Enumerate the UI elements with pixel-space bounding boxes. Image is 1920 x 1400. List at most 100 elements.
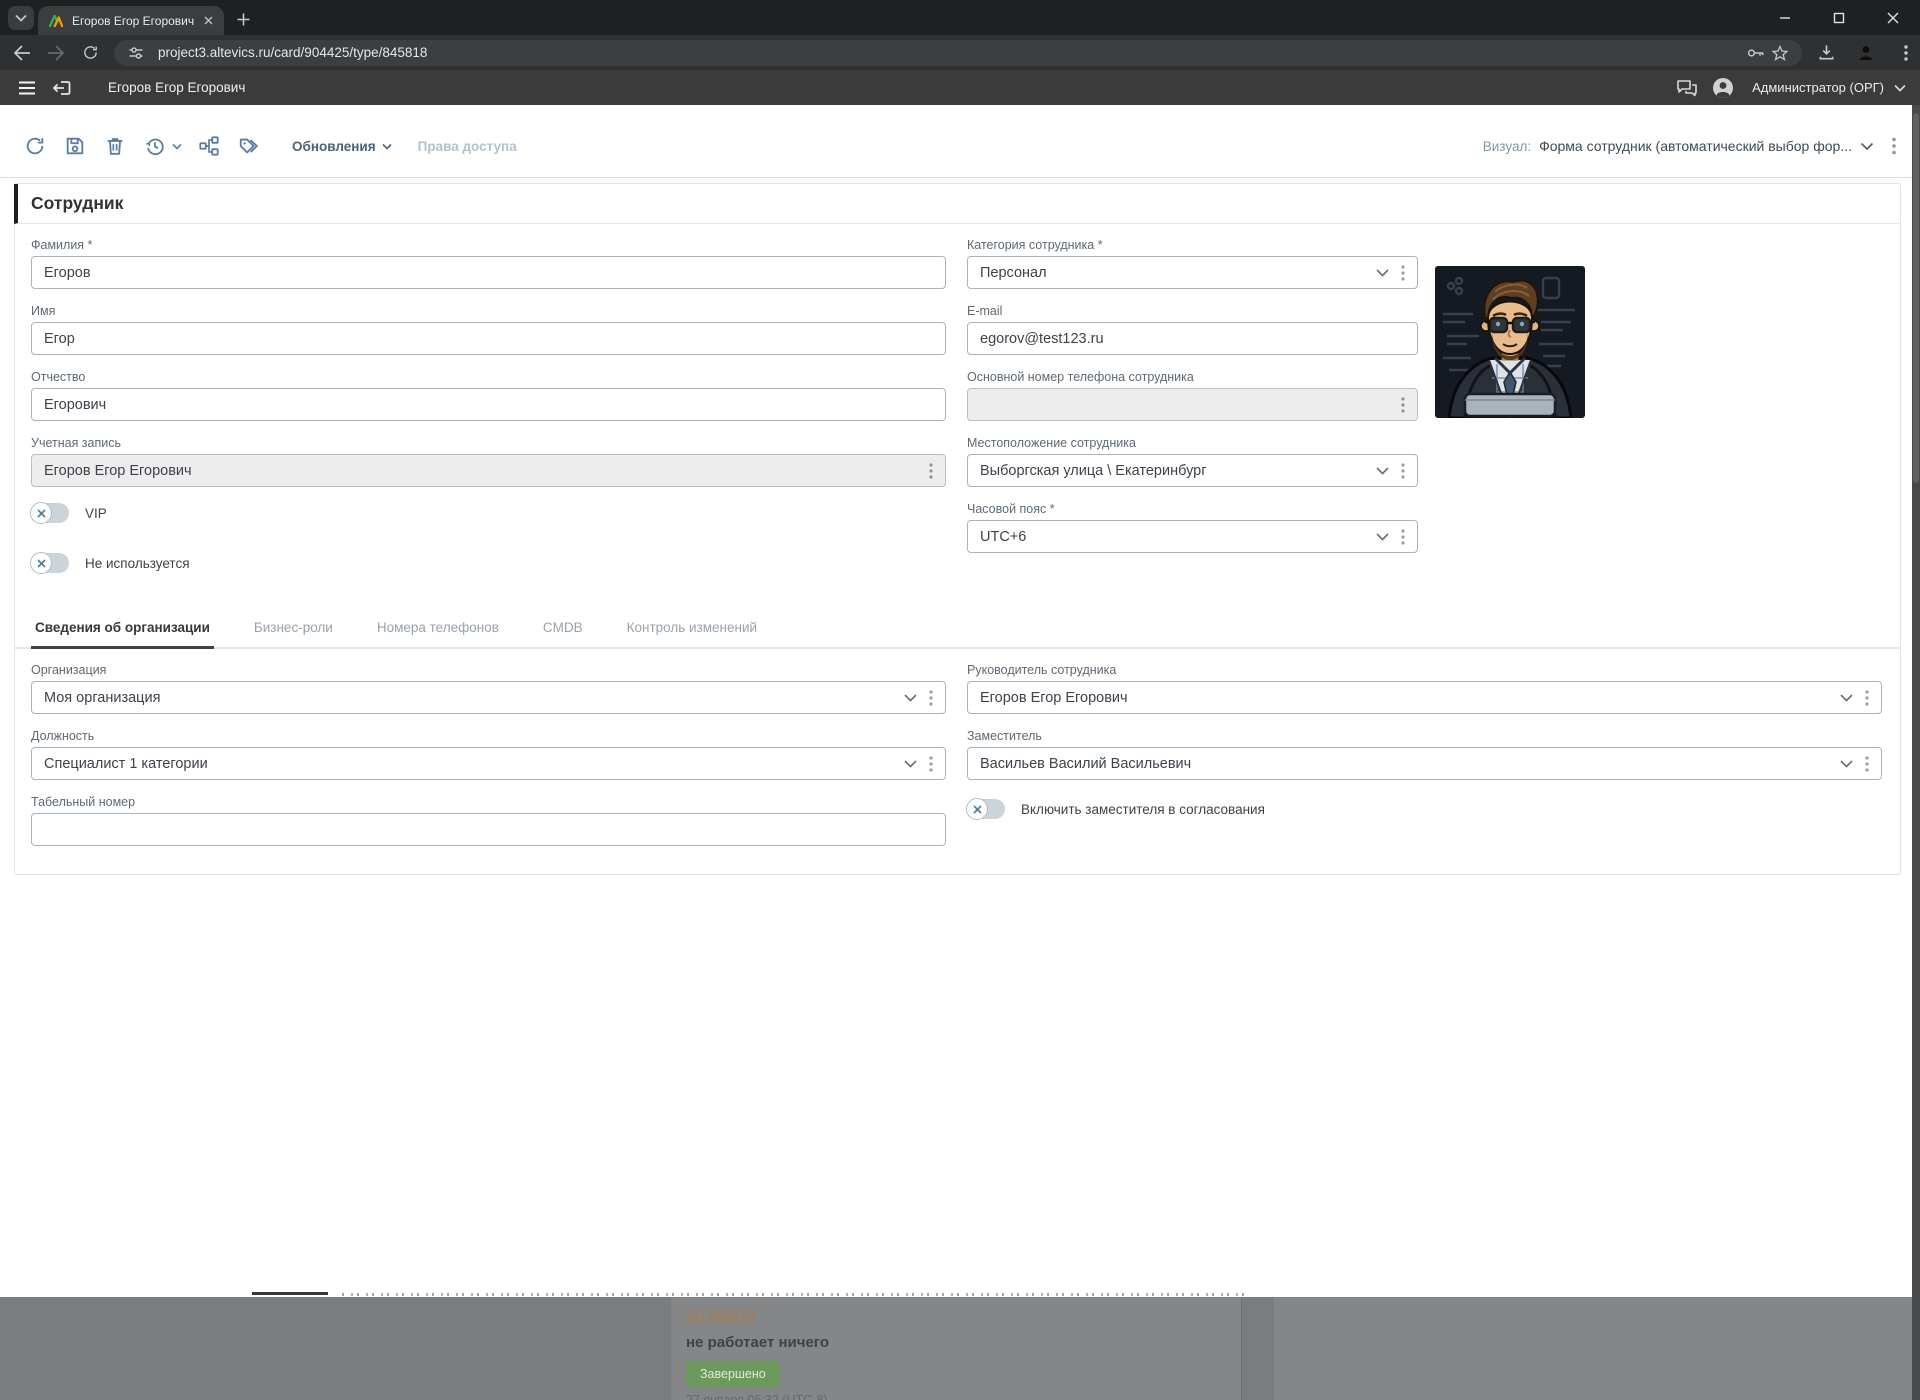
updates-label: Обновления — [292, 139, 376, 154]
access-rights-link[interactable]: Права доступа — [418, 139, 517, 154]
visual-label: Визуал: — [1483, 139, 1531, 154]
tags-icon[interactable] — [236, 133, 262, 159]
history-icon[interactable] — [142, 133, 168, 159]
card-tabs: Сведения об организации Бизнес-роли Номе… — [15, 610, 1900, 649]
field-kebab-icon[interactable] — [1401, 397, 1405, 413]
not-used-toggle[interactable] — [31, 553, 69, 573]
location-select[interactable]: Выборгская улица \ Екатеринбург — [967, 454, 1418, 487]
minimize-button[interactable] — [1772, 5, 1798, 31]
delete-icon[interactable] — [102, 133, 128, 159]
chevron-down-icon — [15, 14, 27, 22]
tab-phone-numbers[interactable]: Номера телефонов — [373, 610, 503, 647]
tab-cmdb[interactable]: CMDB — [539, 610, 587, 647]
url-text[interactable]: project3.altevics.ru/card/904425/type/84… — [158, 45, 1744, 60]
password-key-icon[interactable] — [1744, 41, 1768, 65]
tab-close-icon[interactable] — [200, 13, 216, 29]
field-kebab-icon[interactable] — [1865, 690, 1869, 706]
account-value: Егоров Егор Егорович — [44, 463, 921, 479]
first-name-input[interactable] — [31, 322, 946, 355]
url-bar[interactable]: project3.altevics.ru/card/904425/type/84… — [114, 40, 1802, 66]
clipped-background-text — [342, 1293, 1247, 1296]
deputy-label: Заместитель — [967, 729, 1882, 744]
visual-selector[interactable]: Визуал: Форма сотрудник (автоматический … — [1483, 137, 1896, 155]
category-field: Категория сотрудника * Персонал — [967, 238, 1418, 289]
toolbar-kebab-icon[interactable] — [1892, 137, 1896, 155]
scrollbar-thumb[interactable] — [1913, 113, 1919, 483]
manager-field: Руководитель сотрудника Егоров Егор Егор… — [967, 663, 1882, 714]
new-tab-button[interactable] — [232, 8, 254, 30]
exit-card-icon[interactable] — [48, 75, 74, 101]
field-kebab-icon[interactable] — [1865, 756, 1869, 772]
browser-tab[interactable]: Егоров Егор Егорович — [38, 6, 224, 35]
last-name-input[interactable] — [31, 256, 946, 289]
timezone-select[interactable]: UTC+6 — [967, 520, 1418, 553]
field-kebab-icon[interactable] — [1401, 529, 1405, 545]
chevron-down-icon[interactable] — [1840, 760, 1853, 768]
background-card-title: не работает ничего — [686, 1334, 1241, 1351]
chevron-down-icon[interactable] — [904, 694, 917, 702]
close-window-button[interactable] — [1880, 5, 1906, 31]
deputy-select[interactable]: Васильев Василий Васильевич — [967, 747, 1882, 780]
position-select[interactable]: Специалист 1 категории — [31, 747, 946, 780]
personnel-number-input[interactable] — [31, 813, 946, 846]
updates-menu[interactable]: Обновления — [292, 139, 392, 154]
chevron-down-icon[interactable] — [1894, 84, 1906, 92]
user-menu[interactable]: Администратор (ОРГ) — [1752, 80, 1884, 95]
tab-org-info[interactable]: Сведения об организации — [31, 610, 214, 649]
chat-icon[interactable] — [1674, 75, 1700, 101]
chevron-down-icon[interactable] — [1840, 694, 1853, 702]
include-deputy-toggle[interactable] — [967, 799, 1005, 819]
user-avatar-icon[interactable] — [1710, 75, 1736, 101]
app-header: Егоров Егор Егорович Администратор (ОРГ) — [0, 70, 1920, 105]
bookmark-star-icon[interactable] — [1768, 41, 1792, 65]
reload-button[interactable] — [76, 39, 104, 67]
hierarchy-icon[interactable] — [196, 133, 222, 159]
timezone-label: Часовой пояс * — [967, 502, 1418, 517]
field-kebab-icon[interactable] — [929, 690, 933, 706]
chevron-down-icon[interactable] — [1376, 533, 1389, 541]
back-button[interactable] — [8, 39, 36, 67]
section-title: Сотрудник — [14, 184, 1900, 224]
chevron-down-icon[interactable] — [904, 760, 917, 768]
refresh-icon[interactable] — [22, 133, 48, 159]
menu-icon[interactable] — [14, 75, 40, 101]
browser-profile-icon[interactable] — [1852, 39, 1880, 67]
deputy-field: Заместитель Васильев Василий Васильевич — [967, 729, 1882, 780]
page-scrollbar[interactable] — [1912, 105, 1920, 1400]
maximize-button[interactable] — [1826, 5, 1852, 31]
download-icon[interactable] — [1812, 39, 1840, 67]
timezone-field: Часовой пояс * UTC+6 — [967, 502, 1418, 553]
manager-select[interactable]: Егоров Егор Егорович — [967, 681, 1882, 714]
category-select[interactable]: Персонал — [967, 256, 1418, 289]
toggle-knob-x-icon — [30, 552, 52, 574]
save-icon[interactable] — [62, 133, 88, 159]
tab-business-roles[interactable]: Бизнес-роли — [250, 610, 337, 647]
tab-change-control[interactable]: Контроль изменений — [623, 610, 761, 647]
chevron-down-icon[interactable] — [1376, 269, 1389, 277]
browser-menu-kebab-icon[interactable] — [1892, 39, 1920, 67]
toggle-knob-x-icon — [30, 502, 52, 524]
email-input[interactable] — [967, 322, 1418, 355]
history-chevron-icon[interactable] — [172, 143, 182, 150]
vip-toggle[interactable] — [31, 503, 69, 523]
chevron-down-icon[interactable] — [1376, 467, 1389, 475]
background-card-timestamp: 27 января 05:32 (UTC-8) — [686, 1393, 1241, 1400]
field-kebab-icon[interactable] — [1401, 463, 1405, 479]
site-settings-icon[interactable] — [124, 41, 148, 65]
location-label: Местоположение сотрудника — [967, 436, 1418, 451]
background-card-link[interactable]: SC-000270 — [686, 1308, 754, 1323]
forward-button[interactable] — [42, 39, 70, 67]
field-kebab-icon[interactable] — [929, 756, 933, 772]
toggle-knob-x-icon — [966, 798, 988, 820]
field-kebab-icon[interactable] — [1401, 265, 1405, 281]
middle-name-input[interactable] — [31, 388, 946, 421]
organization-select[interactable]: Моя организация — [31, 681, 946, 714]
position-label: Должность — [31, 729, 946, 744]
personnel-number-label: Табельный номер — [31, 795, 946, 810]
field-kebab-icon[interactable] — [929, 463, 933, 479]
first-name-field: Имя — [31, 304, 946, 355]
chevron-down-icon[interactable] — [1860, 142, 1874, 151]
card-toolbar: Обновления Права доступа Визуал: Форма с… — [0, 105, 1920, 178]
tab-search-button[interactable] — [8, 6, 34, 30]
deputy-value: Васильев Василий Васильевич — [980, 756, 1832, 772]
